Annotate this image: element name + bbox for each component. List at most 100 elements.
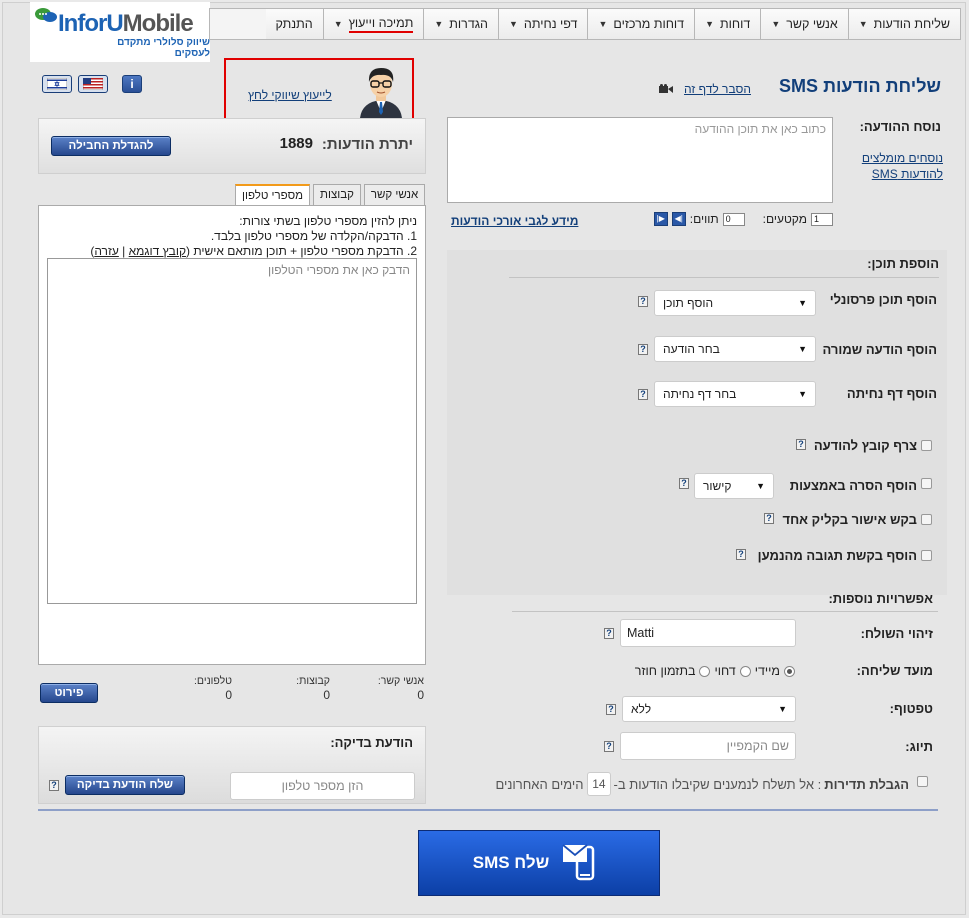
nav-item-1[interactable]: אנשי קשר ▼ (760, 9, 848, 39)
recurring-radio[interactable] (699, 665, 711, 677)
send-time-options: מיידי דחוי בתזמון חוזר (635, 664, 795, 678)
help-icon[interactable]: ? (638, 296, 648, 307)
instruction-line: 2. הדבקת מספרי טלפון + תוכן מותאם אישית … (45, 244, 417, 259)
contacts-stat-label: אנשי קשר: (377, 675, 424, 687)
top-nav: שליחת הודעות ▼ אנשי קשר ▼ דוחות ▼ דוחות מרכזים… (209, 8, 961, 40)
chevron-down-icon: ▼ (756, 481, 765, 491)
unsubscribe-checkbox[interactable] (921, 478, 932, 489)
add-content-section: הוספת תוכן: הוסף תוכן פרסונלי ▼ הוסף תוכ… (447, 250, 947, 595)
chevron-down-icon: ▼ (508, 19, 518, 29)
sender-id-input[interactable]: Matti (620, 619, 796, 647)
reply-request-label: הוסף בקשת תגובה מהנמען (757, 548, 917, 563)
help-icon[interactable]: ? (764, 513, 774, 524)
landing-page-select[interactable]: ▼ בחר דף נחיתה (654, 381, 816, 407)
segments-label: מקטעים: (762, 212, 807, 226)
saved-message-select[interactable]: ▼ בחר הודעה (654, 336, 816, 362)
recipients-tabs: אנשי קשר קבוצות מספרי טלפון (232, 184, 426, 206)
usa-flag-icon[interactable] (78, 75, 108, 93)
throttle-select[interactable]: ▼ ללא (622, 696, 796, 722)
tab-2[interactable]: מספרי טלפון (235, 184, 311, 206)
chars-count: 0 (722, 212, 745, 226)
send-test-button[interactable]: שלח הודעת בדיקה (65, 775, 185, 795)
separator: | (118, 244, 129, 258)
tab-1[interactable]: קבוצות (313, 184, 361, 205)
ltr-direction-icon[interactable]: |◀ (671, 212, 686, 226)
video-camera-icon[interactable] (659, 84, 673, 94)
logo-tagline: שיווק סלולרי מתקדם לעסקים (117, 37, 210, 59)
help-icon[interactable]: ? (796, 439, 806, 450)
contacts-stat: אנשי קשר: 0 (378, 675, 424, 702)
help-icon[interactable]: ? (679, 478, 689, 489)
sample-file-link[interactable]: קובץ דוגמא (129, 244, 186, 258)
message-counters: ▶| |◀ תווים: 0 מקטעים: 1 מידע לגבי אורכי… (447, 212, 833, 230)
help-link[interactable]: עזרה (94, 244, 119, 258)
nav-item-label: שליחת הודעות (873, 17, 950, 31)
credits-value: 1889 (279, 135, 313, 152)
nav-item-3[interactable]: דוחות מרכזים ▼ (587, 9, 695, 39)
upgrade-package-button[interactable]: להגדלת החבילה (51, 136, 171, 156)
help-icon[interactable]: ? (49, 780, 59, 791)
info-icon[interactable]: i (122, 75, 142, 93)
details-button[interactable]: פירוט (40, 683, 98, 703)
recommended-texts-link[interactable]: נוסחים מומלצים להודעות SMS (847, 150, 943, 182)
nav-item-6[interactable]: תמיכה וייעוץ ▼ (322, 9, 424, 39)
israel-flag-icon[interactable] (42, 75, 72, 93)
divider (509, 277, 939, 278)
campaign-tag-input[interactable]: שם הקמפיין (620, 732, 796, 760)
long-messages-info-link[interactable]: מידע לגבי אורכי הודעות (451, 214, 578, 228)
nav-item-label: תמיכה וייעוץ (348, 16, 414, 33)
help-icon[interactable]: ? (604, 628, 614, 639)
recipients-stats: אנשי קשר: 0 קבוצות: 0 טלפונים: 0 פירוט (38, 675, 426, 713)
help-icon[interactable]: ? (736, 549, 746, 560)
groups-stat: קבוצות: 0 (296, 675, 330, 702)
unsubscribe-method-select[interactable]: ▼ קישור (694, 473, 774, 499)
send-sms-button[interactable]: שלח SMS (418, 830, 660, 896)
consult-link[interactable]: לייעוץ שיווקי לחץ (248, 88, 332, 102)
groups-stat-value: 0 (323, 688, 330, 702)
nav-item-4[interactable]: דפי נחיתה ▼ (497, 9, 588, 39)
more-options-title: אפשרויות נוספות: (828, 591, 933, 606)
tab-0[interactable]: אנשי קשר (363, 184, 426, 205)
attach-file-checkbox[interactable] (921, 440, 932, 451)
phone-numbers-placeholder: הדבק כאן את מספרי הטלפון (268, 263, 410, 277)
test-phone-input[interactable]: הזן מספר טלפון (230, 772, 415, 800)
nav-item-2[interactable]: דוחות ▼ (694, 9, 761, 39)
rtl-direction-icon[interactable]: ▶| (653, 212, 668, 226)
delayed-label: דחוי (714, 664, 736, 678)
frequency-days-input[interactable]: 14 (586, 772, 611, 796)
nav-item-7[interactable]: התנתק (265, 9, 323, 39)
logo[interactable]: InforUMobile שיווק סלולרי מתקדם לעסקים (30, 2, 210, 62)
nav-item-5[interactable]: הגדרות ▼ (423, 9, 498, 39)
landing-page-label: הוסף דף נחיתה (846, 386, 937, 401)
frequency-limit-text: : אל תשלח לנמענים שקיבלו הודעות ב- (613, 776, 822, 792)
marketing-consult-banner[interactable]: לייעוץ שיווקי לחץ (224, 58, 414, 120)
segments-count: 1 (811, 212, 833, 226)
phone-numbers-textarea[interactable]: הדבק כאן את מספרי הטלפון (47, 258, 417, 604)
divider (512, 611, 938, 612)
page-help-link[interactable]: הסבר לדף זה (684, 82, 751, 96)
attach-file-label: צרף קובץ להודעה (813, 438, 917, 453)
chevron-down-icon: ▼ (798, 298, 807, 308)
send-sms-label: שלח SMS (472, 853, 550, 872)
phone-numbers-panel: ניתן להזין מספרי טלפון בשתי צורות: 1. הד… (38, 205, 426, 665)
nav-item-label: דוחות (720, 17, 751, 31)
instruction-text: 2. הדבקת מספרי טלפון + תוכן מותאם אישית … (186, 244, 417, 258)
nav-item-0[interactable]: שליחת הודעות ▼ (847, 9, 960, 39)
instruction-line: 1. הדבקה/הקלדה של מספרי טלפון בלבד. (210, 229, 417, 243)
message-textarea[interactable]: כתוב כאן את תוכן ההודעה (447, 117, 833, 203)
reply-request-checkbox[interactable] (921, 550, 932, 561)
message-placeholder: כתוב כאן את תוכן ההודעה (694, 122, 826, 136)
one-click-confirm-checkbox[interactable] (921, 514, 932, 525)
one-click-confirm-label: בקש אישור בקליק אחד (782, 512, 918, 527)
immediate-radio[interactable] (784, 665, 795, 677)
frequency-limit-checkbox[interactable] (917, 776, 928, 787)
chevron-down-icon: ▼ (771, 19, 781, 29)
personal-content-select[interactable]: ▼ הוסף תוכן (654, 290, 816, 316)
help-icon[interactable]: ? (638, 389, 648, 400)
groups-stat-label: קבוצות: (296, 675, 330, 687)
help-icon[interactable]: ? (604, 741, 614, 752)
divider (38, 809, 938, 811)
delayed-radio[interactable] (739, 665, 751, 677)
help-icon[interactable]: ? (606, 704, 616, 715)
help-icon[interactable]: ? (638, 344, 648, 355)
